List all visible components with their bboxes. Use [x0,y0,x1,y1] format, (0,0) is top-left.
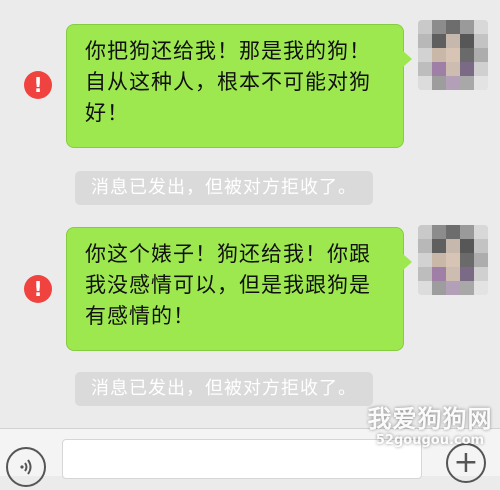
watermark-name: 我爱狗狗网 [367,405,493,433]
rejected-notice: 消息已发出，但被对方拒收了。 [75,372,373,406]
message-bubble[interactable]: 你把狗还给我！那是我的狗！自从这种人，根本不可能对狗好！ [66,24,412,148]
avatar[interactable] [418,225,488,295]
watermark: 我爱狗狗网 52gougou.com [360,405,500,449]
watermark-url: 52gougou.com [375,433,485,448]
rejected-notice: 消息已发出，但被对方拒收了。 [75,171,373,205]
voice-icon[interactable] [6,447,46,487]
chat-area: ! 你把狗还给我！那是我的狗！自从这种人，根本不可能对狗好！ 消息已发出，但被对… [0,0,500,428]
send-failed-icon[interactable]: ! [24,275,52,303]
plus-icon[interactable]: + [446,443,486,483]
avatar[interactable] [418,20,488,90]
message-bubble[interactable]: 你这个婊子！狗还给我！你跟我没感情可以，但是我跟狗是有感情的！ [66,227,412,351]
send-failed-icon[interactable]: ! [24,71,52,99]
voice-waves-icon [20,459,32,475]
